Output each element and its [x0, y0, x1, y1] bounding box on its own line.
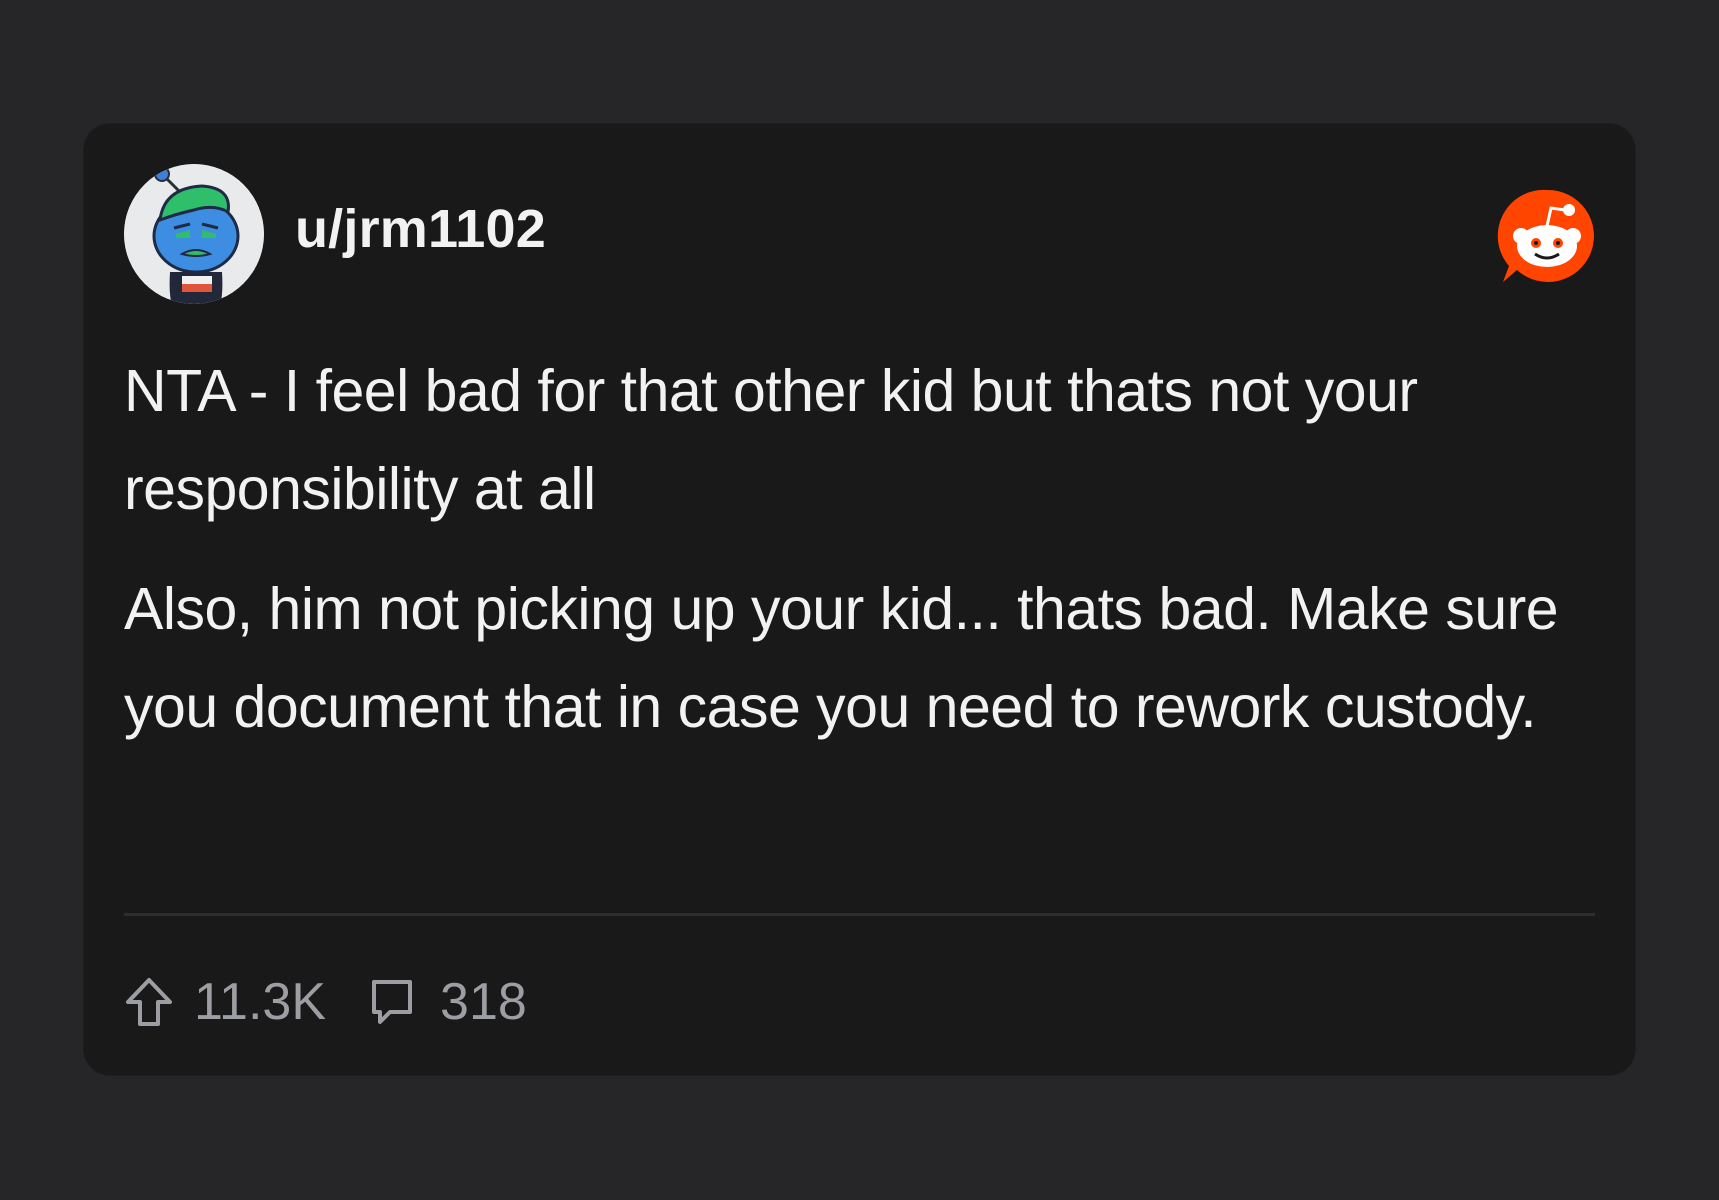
- comment-count: 318: [440, 973, 527, 1031]
- comment-paragraph-1: NTA - I feel bad for that other kid but …: [124, 358, 1418, 522]
- user-avatar[interactable]: [124, 164, 264, 304]
- comment-body: NTA - I feel bad for that other kid but …: [124, 342, 1594, 756]
- comment-paragraph-2: Also, him not picking up your kid... tha…: [124, 576, 1559, 740]
- reddit-logo-icon: [1497, 186, 1597, 286]
- upvote-arrow-icon[interactable]: [124, 976, 174, 1028]
- username[interactable]: u/jrm1102: [295, 202, 546, 256]
- divider: [124, 913, 1595, 916]
- post-actions: 11.3K 318: [124, 962, 527, 1042]
- comment-bubble-icon[interactable]: [368, 976, 416, 1028]
- comment-card: u/jrm1102 NTA - I feel bad for that othe…: [84, 124, 1635, 1075]
- snoo-avatar-icon: [124, 164, 264, 304]
- upvote-count: 11.3K: [194, 973, 327, 1031]
